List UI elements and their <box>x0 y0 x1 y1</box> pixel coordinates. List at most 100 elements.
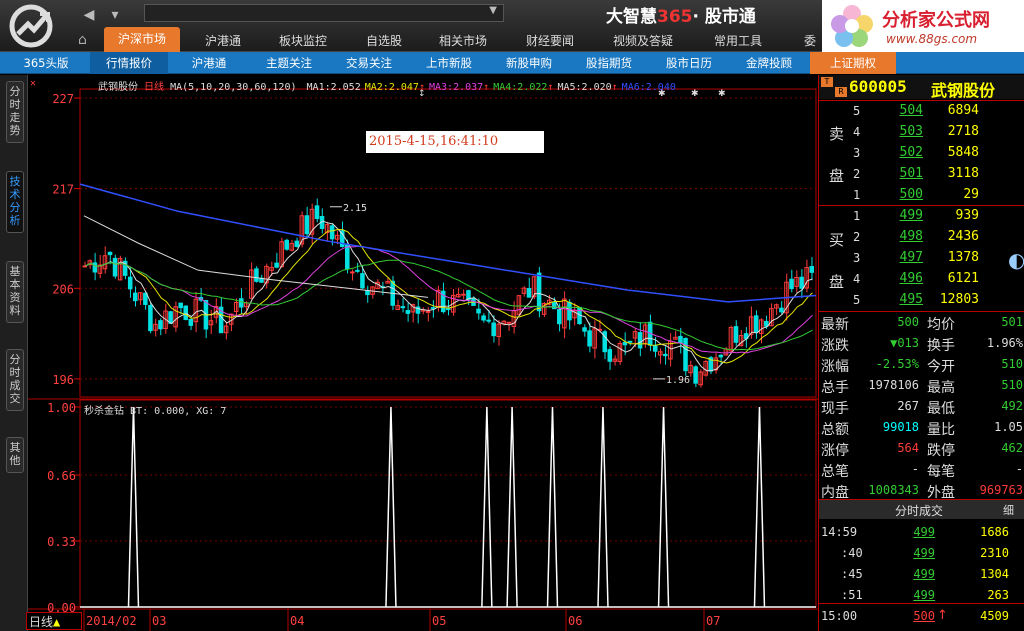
ma-label: MA1: <box>306 82 331 93</box>
candle-body <box>360 273 365 289</box>
bid-row[interactable]: 2 498 2436 <box>819 227 1024 248</box>
stat-value: 501 <box>1001 315 1023 329</box>
period-selector[interactable]: 日线▲ <box>26 612 82 630</box>
chart-canvas[interactable]: 2272172061961.000.660.330.002.151.962014… <box>28 75 818 631</box>
ma-values: MA1:2.052 MA2:2.047↑ MA3:2.037↑ MA4:2.022↑ M… <box>303 82 676 93</box>
stat-value: 500 <box>897 315 919 329</box>
stat-label: 总笔 <box>821 464 849 480</box>
trade-row: :45 499 1304 <box>819 564 1024 585</box>
ask-row[interactable]: 3 502 5848 <box>819 143 1024 164</box>
tab-tools[interactable]: 常用工具 <box>700 30 776 52</box>
candle-body <box>536 272 542 312</box>
side-tab-trades[interactable]: 分时成交 <box>6 349 24 411</box>
bid-row[interactable]: 5 495 12803 <box>819 290 1024 311</box>
period-dropdown-icon[interactable]: ▲ <box>53 615 60 629</box>
stat-label: 均价 <box>927 317 955 333</box>
subtab-quotes[interactable]: 行情报价 <box>90 52 168 74</box>
level-volume: 2718 <box>947 124 979 139</box>
tab-video-qa[interactable]: 视频及答疑 <box>602 30 684 52</box>
ma-label: MA3: <box>428 82 454 93</box>
back-arrow-icon[interactable]: ◀ <box>78 6 100 24</box>
subtab-themes[interactable]: 主题关注 <box>250 52 328 74</box>
ask-row[interactable]: 2 501 3118 <box>819 164 1024 185</box>
ad-banner[interactable]: 分析家公式网 www.88gs.com <box>822 0 1024 52</box>
trade-volume: 4509 <box>980 609 1009 623</box>
indicator-spike <box>546 406 559 608</box>
top-toolbar: ◀ ▾ ▼ 大智慧365· 股市通 ⌂ 沪深市场 沪港通 板块监控 自选股 相关… <box>0 0 1024 52</box>
candle-body <box>809 266 814 273</box>
tab-related-markets[interactable]: 相关市场 <box>428 30 498 52</box>
side-tab-other[interactable]: 其他 <box>6 437 24 473</box>
candle-body <box>400 306 406 309</box>
subtab-advisors[interactable]: 金牌投顾 <box>730 52 808 74</box>
subtab-ipo-subscribe[interactable]: 新股申购 <box>490 52 568 74</box>
forward-dropdown-icon[interactable]: ▾ <box>104 6 126 24</box>
stat-value: 267 <box>897 399 919 413</box>
ask-row[interactable]: 5 504 6894 <box>819 101 1024 122</box>
address-dropdown-icon[interactable]: ▼ <box>489 5 497 16</box>
tab-finance-news[interactable]: 财经要闻 <box>512 30 588 52</box>
tab-hugangtong[interactable]: 沪港通 <box>190 30 256 52</box>
home-icon[interactable]: ⌂ <box>78 32 100 50</box>
ma-line-4 <box>85 259 813 351</box>
price-tick-label: 217 <box>52 183 74 197</box>
x-tick-label: 06 <box>568 614 582 628</box>
candle-body <box>683 338 688 372</box>
ask-row[interactable]: 1 500 29 <box>819 185 1024 206</box>
subtab-sse-options[interactable]: 上证期权 <box>810 52 896 74</box>
trade-volume: 263 <box>987 588 1009 602</box>
side-tab-technical[interactable]: 技术分析 <box>6 171 24 233</box>
tab-watchlist[interactable]: 自选股 <box>352 30 416 52</box>
candle-body <box>158 320 163 330</box>
level-price: 497 <box>899 250 923 265</box>
tab-hushen-market[interactable]: 沪深市场 <box>104 27 180 52</box>
bid-row[interactable]: 1 499 939 <box>819 206 1024 227</box>
tab-more[interactable]: 委 <box>800 30 820 52</box>
stat-label: 涨停 <box>821 443 849 459</box>
close-icon[interactable]: ✕ <box>30 78 36 89</box>
level-number: 2 <box>853 167 861 181</box>
tab-sector-monitor[interactable]: 板块监控 <box>268 30 338 52</box>
side-tab-fundamentals[interactable]: 基本资料 <box>6 261 24 323</box>
high-annotation: 2.15 <box>343 203 367 214</box>
ma-arrow-icon: ↑ <box>418 82 425 93</box>
ma-value-3: MA3:2.037↑ <box>429 82 489 93</box>
stat-row: 涨跌 ▼013 换手 1.96% <box>819 333 1024 354</box>
trade-volume: 1686 <box>980 525 1009 539</box>
stat-row: 最新 500 均价 501 <box>819 312 1024 333</box>
candle-body <box>329 225 335 240</box>
candle-body <box>637 332 643 349</box>
ma-line-5 <box>83 215 429 298</box>
subtab-index-futures[interactable]: 股指期货 <box>570 52 648 74</box>
trades-detail-button[interactable]: 细 <box>1003 502 1014 518</box>
candle-body <box>627 340 633 343</box>
ma-number: 2.040 <box>645 82 676 93</box>
ma-line-6 <box>79 183 817 303</box>
trade-time: :45 <box>841 567 863 581</box>
app-logo-icon[interactable] <box>6 4 56 48</box>
address-bar[interactable]: ▼ <box>144 4 504 22</box>
stat-value: 564 <box>897 441 919 455</box>
sell-label-2: 盘 <box>829 167 845 185</box>
trade-time: 14:59 <box>821 525 858 539</box>
ask-row[interactable]: 4 503 2718 <box>819 122 1024 143</box>
refresh-icon[interactable]: ◐ <box>1008 248 1024 272</box>
stat-label: 最新 <box>821 317 849 333</box>
trade-time: :51 <box>841 588 863 602</box>
stat-row: 涨幅 -2.53% 今开 510 <box>819 354 1024 375</box>
kline-chart-area[interactable]: 227 217 206 196 1.00 0.66 0.33 0.00 2.15 1.96 2014… <box>26 75 818 631</box>
bid-row[interactable]: 3 497 1378 <box>819 248 1024 269</box>
bid-row[interactable]: 4 496 6121 <box>819 269 1024 290</box>
candle-body <box>506 321 512 324</box>
subtab-calendar[interactable]: 股市日历 <box>650 52 728 74</box>
flower-logo-icon <box>831 5 873 47</box>
side-tabs: 分时走势 技术分析 基本资料 分时成交 其他 <box>0 75 28 631</box>
side-tab-timeshare[interactable]: 分时走势 <box>6 81 24 143</box>
candle-body <box>481 315 486 321</box>
subtab-hugangtong[interactable]: 沪港通 <box>170 52 248 74</box>
level-number: 3 <box>853 251 861 265</box>
level-volume: 939 <box>955 208 979 223</box>
subtab-365[interactable]: 365头版 <box>4 52 88 74</box>
subtab-ipos[interactable]: 上市新股 <box>410 52 488 74</box>
subtab-trading[interactable]: 交易关注 <box>330 52 408 74</box>
